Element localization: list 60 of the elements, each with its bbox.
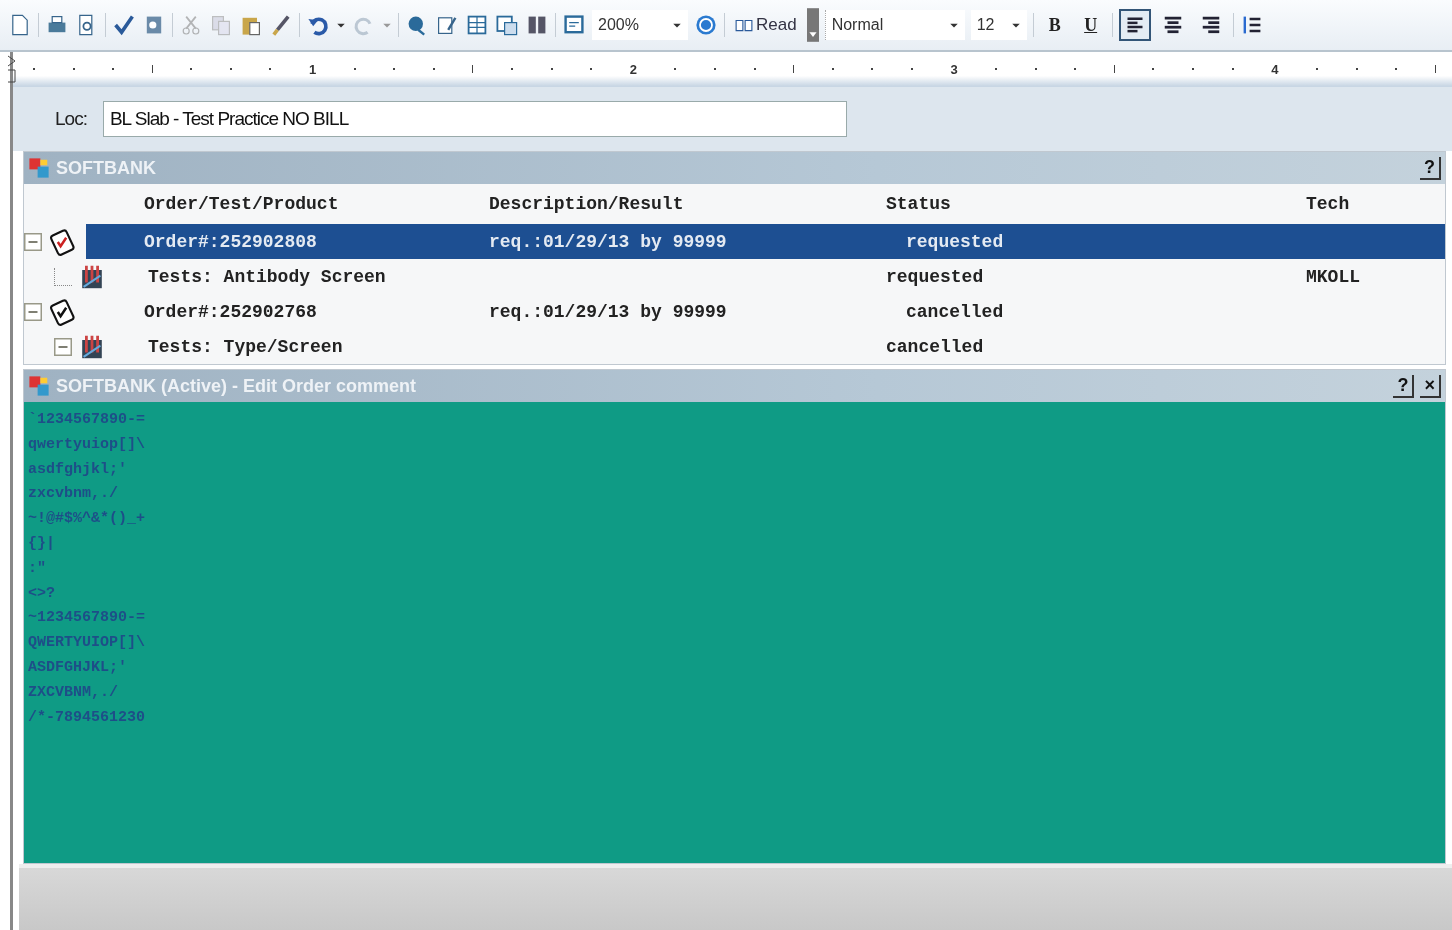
status-cell-text: cancelled — [886, 336, 985, 357]
zoom-dropdown[interactable]: 200% — [592, 10, 688, 40]
comment-line: ZXCVBNM,./ — [28, 682, 119, 703]
close-button[interactable]: × — [1420, 374, 1441, 398]
order-cell-text: Tests: Antibody Screen — [147, 266, 387, 287]
bold-button[interactable]: B — [1039, 13, 1070, 37]
ruler-number: 1 — [308, 61, 317, 77]
toolbar-options-icon[interactable] — [806, 8, 819, 42]
comment-line: qwertyuiop[]\ — [28, 434, 147, 455]
ruler-number: 4 — [1271, 61, 1279, 77]
description-cell-text: req.:01/29/13 by 99999 — [489, 301, 728, 322]
tree-row[interactable]: Tests: Antibody Screen requested MKOLL — [24, 259, 1445, 294]
column-header: Tech — [1306, 194, 1351, 214]
comment-line: ~!@#$%^&*()_+ — [28, 509, 147, 530]
font-size-dropdown[interactable]: 12 — [970, 10, 1027, 40]
app-window-icon — [28, 157, 50, 179]
comment-line: :" — [28, 558, 47, 579]
order-cell-text: Order#:252902768 — [144, 301, 318, 322]
comment-line: ~1234567890-= — [28, 608, 147, 629]
column-header: Status — [886, 194, 952, 214]
status-cell-text: requested — [886, 266, 985, 287]
order-cell-text: Order#:252902808 — [144, 231, 318, 252]
comment-line: /*-7894561230 — [28, 707, 147, 728]
collapse-toggle[interactable] — [54, 337, 72, 356]
collapse-toggle[interactable] — [24, 302, 42, 321]
app-window-icon — [28, 375, 50, 397]
underline-button[interactable]: U — [1075, 13, 1106, 37]
read-button[interactable]: Read — [731, 15, 801, 35]
comment-line: <>? — [28, 583, 56, 604]
order-cell-text: Tests: Type/Screen — [147, 336, 344, 357]
location-field[interactable]: BL Slab - Test Practice NO BILL — [102, 101, 847, 137]
indent-marker-icon[interactable] — [7, 54, 17, 84]
style-dropdown[interactable]: Normal — [824, 10, 965, 40]
tree-row[interactable]: Order#:252902768 req.:01/29/13 by 99999 cancelled — [24, 294, 1445, 329]
panel-title: SOFTBANK — [56, 157, 156, 179]
help-button[interactable]: ? — [1420, 156, 1441, 180]
collapse-toggle[interactable] — [24, 232, 42, 251]
panel-title: SOFTBANK (Active) - Edit Order comment — [56, 375, 417, 397]
comment-line: `1234567890-= — [28, 410, 147, 430]
tech-cell-text: MKOLL — [1306, 266, 1361, 287]
tree-row[interactable]: Tests: Type/Screen cancelled — [24, 329, 1445, 364]
column-header: Description/Result — [489, 194, 685, 214]
comment-line: {}| — [28, 534, 56, 554]
status-cell-text: requested — [905, 231, 1005, 252]
help-button[interactable]: ? — [1393, 374, 1415, 398]
column-header: Order/Test/Product — [144, 194, 340, 214]
ruler-number: 2 — [629, 61, 637, 77]
spelling-check-icon[interactable] — [112, 13, 136, 37]
align-button[interactable] — [1118, 9, 1151, 41]
spreadsheet-icon[interactable] — [495, 13, 519, 37]
status-cell-text: cancelled — [905, 301, 1005, 322]
comment-line: zxcvbnm,./ — [28, 484, 119, 505]
table-icon[interactable] — [465, 13, 489, 37]
ruler-number: 3 — [950, 61, 958, 77]
open-book-icon — [735, 17, 753, 33]
comment-line: ASDFGHJKL;' — [28, 657, 129, 678]
comment-line: QWERTYUIOP[]\ — [28, 633, 147, 654]
location-label: Loc: — [55, 108, 87, 130]
description-cell-text: req.:01/29/13 by 99999 — [489, 231, 728, 252]
comment-line: asdfghjkl;' — [28, 459, 129, 480]
